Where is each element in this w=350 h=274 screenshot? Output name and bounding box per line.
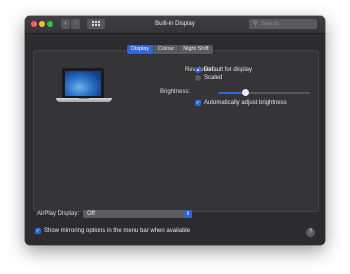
resolution-scaled-radio[interactable]: [195, 75, 201, 81]
checkmark-icon: ✓: [195, 100, 201, 106]
tab-bar: Display Colour Night Shift: [127, 45, 213, 54]
airplay-label: AirPlay Display:: [36, 211, 79, 217]
resolution-default-label[interactable]: Default for display: [204, 67, 252, 73]
system-preferences-window: ‹ › Built-in Display ⚲ Display Colour Ni…: [25, 16, 325, 245]
brightness-slider[interactable]: [218, 89, 310, 96]
auto-brightness-label[interactable]: Automatically adjust brightness: [204, 100, 287, 106]
airplay-select[interactable]: Off ⇕: [83, 210, 192, 218]
title-bar: ‹ › Built-in Display ⚲: [25, 16, 325, 34]
updown-chevron-icon: ⇕: [184, 210, 192, 218]
resolution-default-radio[interactable]: [195, 67, 201, 73]
search-field[interactable]: ⚲: [249, 19, 317, 29]
tab-colour[interactable]: Colour: [153, 45, 178, 54]
airplay-value: Off: [87, 211, 95, 217]
mirroring-checkbox[interactable]: ✓: [35, 228, 41, 234]
auto-brightness-checkbox[interactable]: ✓: [195, 100, 201, 106]
mirroring-label[interactable]: Show mirroring options in the menu bar w…: [44, 228, 190, 234]
resolution-scaled-label[interactable]: Scaled: [204, 75, 222, 81]
brightness-label: Brightness:: [159, 89, 190, 95]
tab-display[interactable]: Display: [127, 45, 154, 54]
search-input[interactable]: [261, 19, 313, 29]
question-mark-icon: ?: [308, 229, 313, 235]
search-icon: ⚲: [253, 21, 258, 27]
tab-night-shift[interactable]: Night Shift: [178, 45, 212, 54]
laptop-icon: [56, 68, 112, 116]
checkmark-icon: ✓: [35, 228, 41, 234]
help-button[interactable]: ?: [306, 228, 315, 237]
